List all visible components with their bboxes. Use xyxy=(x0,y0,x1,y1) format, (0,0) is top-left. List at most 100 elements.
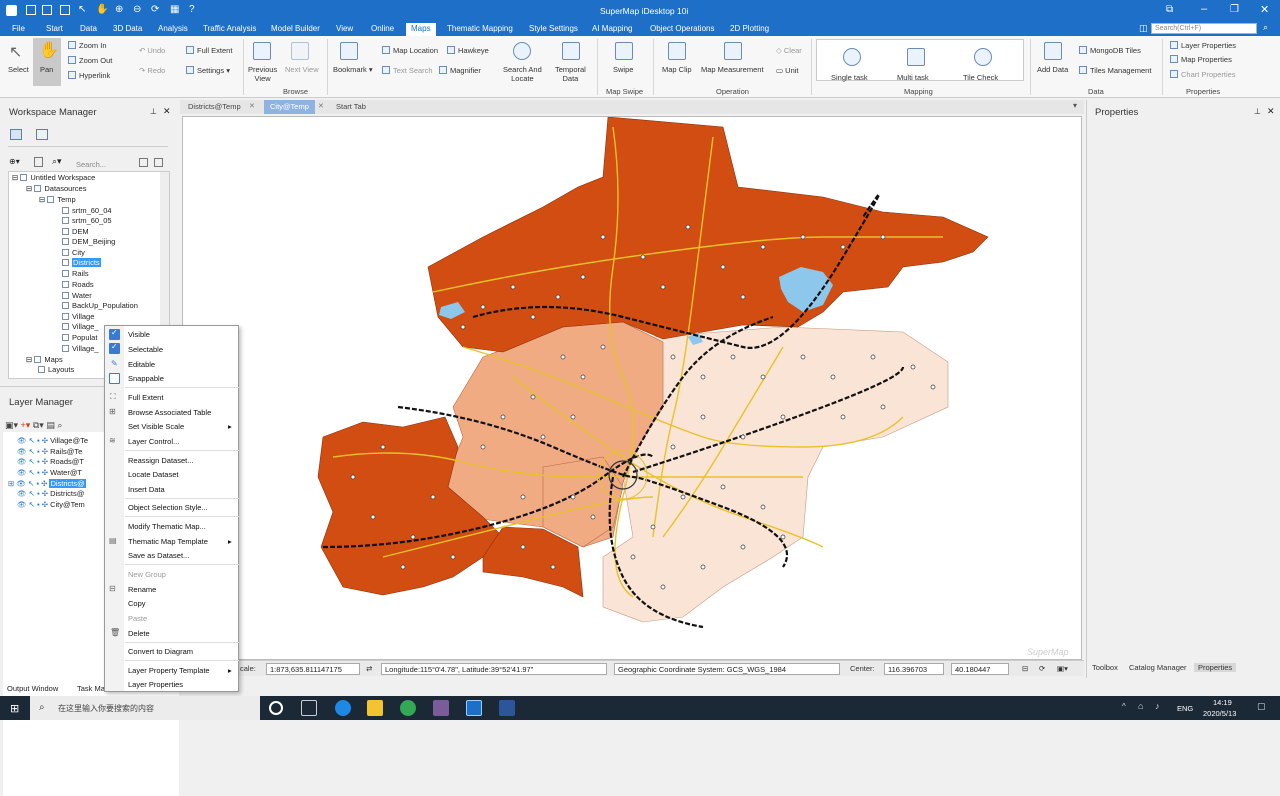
close-panel-icon[interactable]: ✕ xyxy=(1267,106,1275,117)
menu-analysis[interactable]: Analysis xyxy=(158,24,188,33)
pan-button[interactable]: ✋ Pan xyxy=(33,38,61,86)
restore-ribbon-icon[interactable]: ⧉ xyxy=(1166,4,1173,15)
close-icon[interactable]: ✕ xyxy=(1260,3,1269,16)
chart-properties-button[interactable]: Chart Properties xyxy=(1170,70,1236,79)
menu-save-as-dataset[interactable]: Save as Dataset... xyxy=(128,551,189,560)
notification-icon[interactable]: ▢ xyxy=(1257,701,1266,712)
clear-button[interactable]: ◇ Clear xyxy=(776,46,802,55)
tab-list-icon[interactable]: ▾ xyxy=(1073,101,1077,110)
tiles-management-button[interactable]: Tiles Management xyxy=(1079,66,1151,75)
volume-icon[interactable]: ♪ xyxy=(1155,701,1160,711)
tree-item-roads[interactable]: Roads xyxy=(62,280,94,289)
tree-item-dem[interactable]: DEM xyxy=(62,227,89,236)
map-measurement-button[interactable]: Map Measurement xyxy=(701,65,764,74)
select-icon[interactable]: ↖ xyxy=(9,42,27,61)
tree-item-dem-beijing[interactable]: DEM_Beijing xyxy=(62,237,115,246)
network-icon[interactable]: ⌂ xyxy=(1138,701,1143,711)
menu-reassign-dataset[interactable]: Reassign Dataset... xyxy=(128,456,193,465)
menu-selectable[interactable]: Selectable xyxy=(128,345,163,354)
workspace-search-input[interactable]: Search... xyxy=(76,160,106,169)
menu-convert-to-diagram[interactable]: Convert to Diagram xyxy=(128,647,193,656)
zoom-out-button[interactable]: Zoom Out xyxy=(68,56,112,65)
next-view-icon[interactable] xyxy=(291,42,309,60)
search-locate-icon[interactable] xyxy=(513,42,531,60)
app-icon[interactable] xyxy=(433,700,449,716)
scale-input[interactable]: 1:873,635.811147175 xyxy=(266,663,360,675)
menu-style-settings[interactable]: Style Settings xyxy=(529,24,578,33)
clock-time[interactable]: 14:19 xyxy=(1213,698,1232,707)
full-extent-button[interactable]: Full Extent xyxy=(186,46,232,55)
layer-row-selected[interactable]: ⊞ 👁 ↖ ▪ ✣ Districts@ xyxy=(8,479,86,488)
menu-browse-associated-table[interactable]: Browse Associated Table xyxy=(128,408,211,417)
tree-item-village[interactable]: Village xyxy=(62,312,94,321)
map-view[interactable]: SuperMap xyxy=(182,116,1082,660)
tree-item-backup-population[interactable]: BackUp_Population xyxy=(62,301,138,310)
pin-icon[interactable]: ⊥ xyxy=(150,107,157,116)
menu-object-operations[interactable]: Object Operations xyxy=(650,24,714,33)
tile-check-icon[interactable] xyxy=(974,48,992,66)
previous-view-button[interactable]: Previous View xyxy=(248,65,277,83)
menu-layer-control[interactable]: Layer Control... xyxy=(128,437,179,446)
next-view-button[interactable]: Next View xyxy=(285,65,319,74)
single-task-icon[interactable] xyxy=(843,48,861,66)
taskbar-search-input[interactable]: 在这里输入你要搜索的内容 xyxy=(58,703,154,714)
layer-group-icon[interactable]: ⧉▾ xyxy=(33,420,44,430)
menu-editable[interactable]: Editable xyxy=(128,360,155,369)
close-panel-icon[interactable]: ✕ xyxy=(163,106,171,117)
menu-traffic-analysis[interactable]: Traffic Analysis xyxy=(203,24,256,33)
grid-icon[interactable]: ▦ xyxy=(170,4,179,15)
menu-thematic-mapping[interactable]: Thematic Mapping xyxy=(447,24,513,33)
center-x-input[interactable]: 116.396703 xyxy=(884,663,944,675)
tree-item-village-2[interactable]: Village_ xyxy=(62,322,99,331)
clock-date[interactable]: 2020/5/13 xyxy=(1203,709,1236,718)
tree-item-datasources[interactable]: ⊟ Datasources xyxy=(26,184,86,193)
add-data-button[interactable]: Add Data xyxy=(1037,65,1068,74)
menu-rename[interactable]: Rename xyxy=(128,585,156,594)
menu-layer-properties[interactable]: Layer Properties xyxy=(128,680,183,689)
menu-delete[interactable]: Delete xyxy=(128,629,150,638)
menu-data[interactable]: Data xyxy=(80,24,97,33)
select-button[interactable]: Select xyxy=(8,65,29,74)
undo-button[interactable]: ↶ Undo xyxy=(139,46,165,55)
hyperlink-button[interactable]: Hyperlink xyxy=(68,71,110,80)
layer-search-icon[interactable]: ⌕ xyxy=(57,420,62,430)
menu-set-visible-scale[interactable]: Set Visible Scale ▸ xyxy=(128,422,232,431)
menu-paste[interactable]: Paste xyxy=(128,614,147,623)
tab-properties[interactable]: Properties xyxy=(1194,663,1237,672)
map-measurement-icon[interactable] xyxy=(724,42,742,60)
minimize-icon[interactable]: – xyxy=(1201,3,1207,15)
tree-item-rails[interactable]: Rails xyxy=(62,269,89,278)
quick-search-input[interactable]: Search(Ctrl+F) xyxy=(1155,25,1201,32)
menu-view[interactable]: View xyxy=(336,24,353,33)
find-icon[interactable]: ⌕▾ xyxy=(52,156,62,167)
menu-thematic-map-template[interactable]: Thematic Map Template ▸ xyxy=(128,537,232,546)
menu-online[interactable]: Online xyxy=(371,24,394,33)
tree-item-workspace[interactable]: ⊟ Untitled Workspace xyxy=(12,173,95,182)
settings-button[interactable]: Settings ▾ xyxy=(186,66,230,75)
edge-icon[interactable] xyxy=(335,700,351,716)
file-explorer-icon[interactable] xyxy=(367,700,383,716)
menu-file[interactable]: File xyxy=(12,24,25,33)
single-task-button[interactable]: Single task xyxy=(831,73,868,82)
menu-locate-dataset[interactable]: Locate Dataset xyxy=(128,470,178,479)
task-view-icon[interactable] xyxy=(301,700,317,716)
hand-icon[interactable]: ✋ xyxy=(96,4,108,15)
tab-close-icon[interactable]: ✕ xyxy=(318,102,324,110)
tab-start[interactable]: Start Tab xyxy=(336,102,366,111)
layer-row[interactable]: 👁 ↖ ▪ ✣ Water@T xyxy=(17,468,82,477)
refresh-map-icon[interactable]: ⟳ xyxy=(1039,664,1045,673)
lock-icon[interactable]: ⊟ xyxy=(1022,664,1028,673)
tree-item-population[interactable]: Populat xyxy=(62,333,97,342)
save-icon[interactable] xyxy=(42,5,52,15)
quick-search-box[interactable]: Search(Ctrl+F) xyxy=(1151,23,1257,34)
windows-start-icon[interactable]: ⊞ xyxy=(10,702,19,715)
new-file-icon[interactable] xyxy=(26,5,36,15)
word-icon[interactable] xyxy=(499,700,515,716)
pin-icon[interactable]: ⊥ xyxy=(1254,107,1261,116)
zoom-in-button[interactable]: Zoom In xyxy=(68,41,107,50)
help-icon[interactable]: ? xyxy=(189,4,195,15)
chrome-icon[interactable] xyxy=(400,700,416,716)
menu-insert-data[interactable]: Insert Data xyxy=(128,485,165,494)
unit-button[interactable]: ▭ Unit xyxy=(776,66,799,75)
add-layer-icon[interactable]: +▾ xyxy=(21,420,31,430)
